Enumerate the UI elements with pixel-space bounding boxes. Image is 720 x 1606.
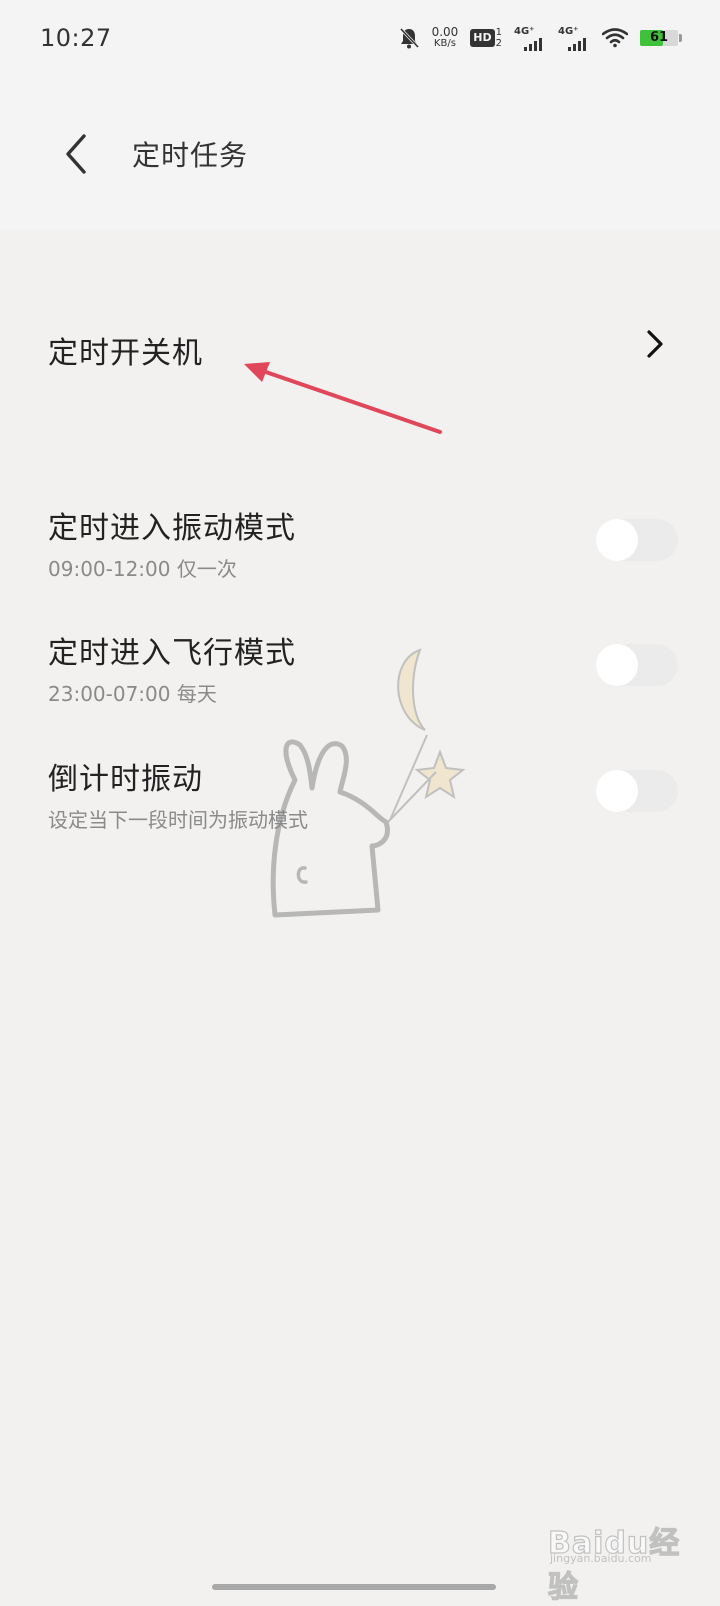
vibrate-mode-label: 定时进入振动模式 bbox=[48, 511, 296, 546]
network-speed-value: 0.00 bbox=[431, 25, 459, 39]
countdown-vibrate-toggle[interactable] bbox=[596, 770, 678, 812]
baidu-url: jingyan.baidu.com bbox=[550, 1552, 652, 1565]
airplane-mode-subtitle: 23:00-07:00 每天 bbox=[48, 682, 217, 706]
status-icons: 0.00 KB/s HD 1 2 4G⁺ 4G⁺ 61 bbox=[398, 22, 682, 54]
toggle-knob bbox=[596, 519, 638, 561]
sim1-signal: 4G⁺ bbox=[514, 26, 546, 51]
sim1-signal-bars-icon bbox=[524, 37, 542, 51]
airplane-mode-label: 定时进入飞行模式 bbox=[48, 636, 296, 671]
hd-sim-numbers: 1 2 bbox=[496, 27, 502, 49]
scheduled-power-on-off-label: 定时开关机 bbox=[48, 336, 203, 371]
hd-voice-indicator: HD 1 2 bbox=[470, 27, 502, 49]
sim1-network-label: 4G⁺ bbox=[514, 25, 535, 37]
sim2-signal: 4G⁺ bbox=[558, 26, 590, 51]
list-item-airplane-mode[interactable]: 定时进入飞行模式 23:00-07:00 每天 bbox=[0, 610, 720, 720]
chevron-right-icon bbox=[647, 330, 663, 358]
countdown-vibrate-subtitle: 设定当下一段时间为振动模式 bbox=[48, 808, 308, 832]
toggle-knob bbox=[596, 770, 638, 812]
back-chevron-icon bbox=[66, 134, 86, 174]
status-time: 10:27 bbox=[40, 24, 112, 52]
vibrate-mode-subtitle: 09:00-12:00 仅一次 bbox=[48, 557, 237, 581]
toggle-knob bbox=[596, 644, 638, 686]
battery-level: 61 bbox=[649, 30, 669, 45]
page-title: 定时任务 bbox=[132, 139, 249, 172]
battery-tip bbox=[679, 34, 682, 42]
vibrate-mode-toggle[interactable] bbox=[596, 519, 678, 561]
home-indicator[interactable] bbox=[212, 1584, 496, 1590]
sim2-signal-bars-icon bbox=[568, 37, 586, 51]
list-item-vibrate-mode[interactable]: 定时进入振动模式 09:00-12:00 仅一次 bbox=[0, 485, 720, 595]
page-header: 定时任务 bbox=[0, 80, 720, 230]
scheduled-power-on-off-item[interactable]: 定时开关机 bbox=[0, 290, 720, 400]
airplane-mode-toggle[interactable] bbox=[596, 644, 678, 686]
hd-sim-top: 1 bbox=[495, 27, 502, 38]
hd-label: HD bbox=[470, 29, 495, 47]
status-bar: 10:27 0.00 KB/s HD 1 2 4G⁺ 4G⁺ 61 bbox=[0, 0, 720, 80]
baidu-brand-text: Baidu经验 bbox=[547, 1525, 681, 1605]
wifi-icon bbox=[602, 28, 628, 48]
countdown-vibrate-label: 倒计时振动 bbox=[48, 762, 203, 797]
mute-bell-icon bbox=[398, 26, 420, 50]
network-speed-unit: KB/s bbox=[433, 38, 456, 49]
baidu-jingyan-watermark: Baidu经验 jingyan.baidu.com bbox=[547, 1508, 698, 1605]
list-item-countdown-vibrate[interactable]: 倒计时振动 设定当下一段时间为振动模式 bbox=[0, 736, 720, 846]
battery-icon: 61 bbox=[640, 30, 682, 46]
sim2-network-label: 4G⁺ bbox=[558, 25, 579, 37]
network-speed: 0.00 KB/s bbox=[431, 25, 459, 49]
back-button[interactable] bbox=[48, 126, 104, 182]
hd-sim-bottom: 2 bbox=[495, 38, 502, 49]
